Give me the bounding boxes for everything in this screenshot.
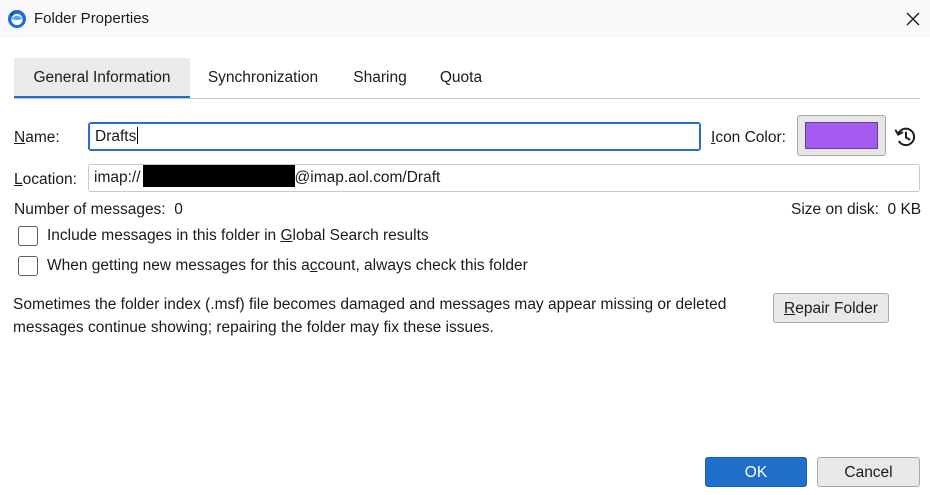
location-suffix: @imap.aol.com/Draft — [294, 169, 441, 186]
location-field[interactable]: imap:// @imap.aol.com/Draft — [88, 164, 920, 192]
name-input-value: Drafts — [95, 128, 137, 145]
repair-description: Sometimes the folder index (.msf) file b… — [13, 296, 727, 336]
icon-color-label: Icon Color: — [711, 129, 786, 146]
global-search-option[interactable]: Include messages in this folder in Globa… — [18, 226, 448, 248]
text-caret — [137, 127, 139, 144]
tab-synchronization[interactable]: Synchronization — [198, 58, 328, 96]
global-search-checkbox[interactable] — [18, 226, 38, 246]
folder-properties-dialog: Folder Properties General Information Sy… — [0, 0, 930, 495]
size-on-disk-label: Size on disk: — [791, 201, 879, 218]
name-label: Name: — [14, 129, 60, 146]
size-on-disk: Size on disk: 0 KB — [791, 201, 921, 219]
cancel-button[interactable]: Cancel — [817, 457, 920, 487]
redaction-box — [142, 165, 295, 187]
ok-button[interactable]: OK — [705, 457, 807, 487]
window-title: Folder Properties — [34, 10, 150, 27]
reset-color-icon — [894, 127, 916, 147]
message-count-label: Number of messages: — [14, 201, 166, 218]
check-folder-option[interactable]: When getting new messages for this accou… — [18, 256, 558, 278]
message-count: Number of messages: 0 — [14, 201, 183, 219]
check-folder-label: When getting new messages for this accou… — [47, 257, 528, 274]
global-search-label: Include messages in this folder in Globa… — [47, 227, 429, 244]
location-label: Location: — [14, 171, 77, 188]
tab-sharing[interactable]: Sharing — [344, 58, 416, 96]
icon-color-swatch — [805, 122, 878, 149]
thunderbird-icon — [8, 10, 26, 28]
icon-color-picker[interactable] — [797, 115, 886, 156]
size-on-disk-value: 0 KB — [887, 201, 922, 218]
reset-icon-color-button[interactable] — [893, 124, 919, 150]
location-prefix: imap:// — [94, 169, 141, 186]
check-folder-checkbox[interactable] — [18, 256, 38, 276]
tab-quota[interactable]: Quota — [432, 58, 490, 96]
repair-folder-button[interactable]: Repair Folder — [773, 293, 889, 323]
tab-bar: General Information Synchronization Shar… — [14, 58, 920, 99]
tab-general-information[interactable]: General Information — [14, 58, 190, 98]
name-input[interactable]: Drafts — [88, 122, 701, 151]
message-count-value: 0 — [174, 201, 183, 218]
title-bar: Folder Properties — [0, 0, 930, 38]
close-icon — [906, 12, 920, 26]
close-button[interactable] — [896, 0, 930, 38]
